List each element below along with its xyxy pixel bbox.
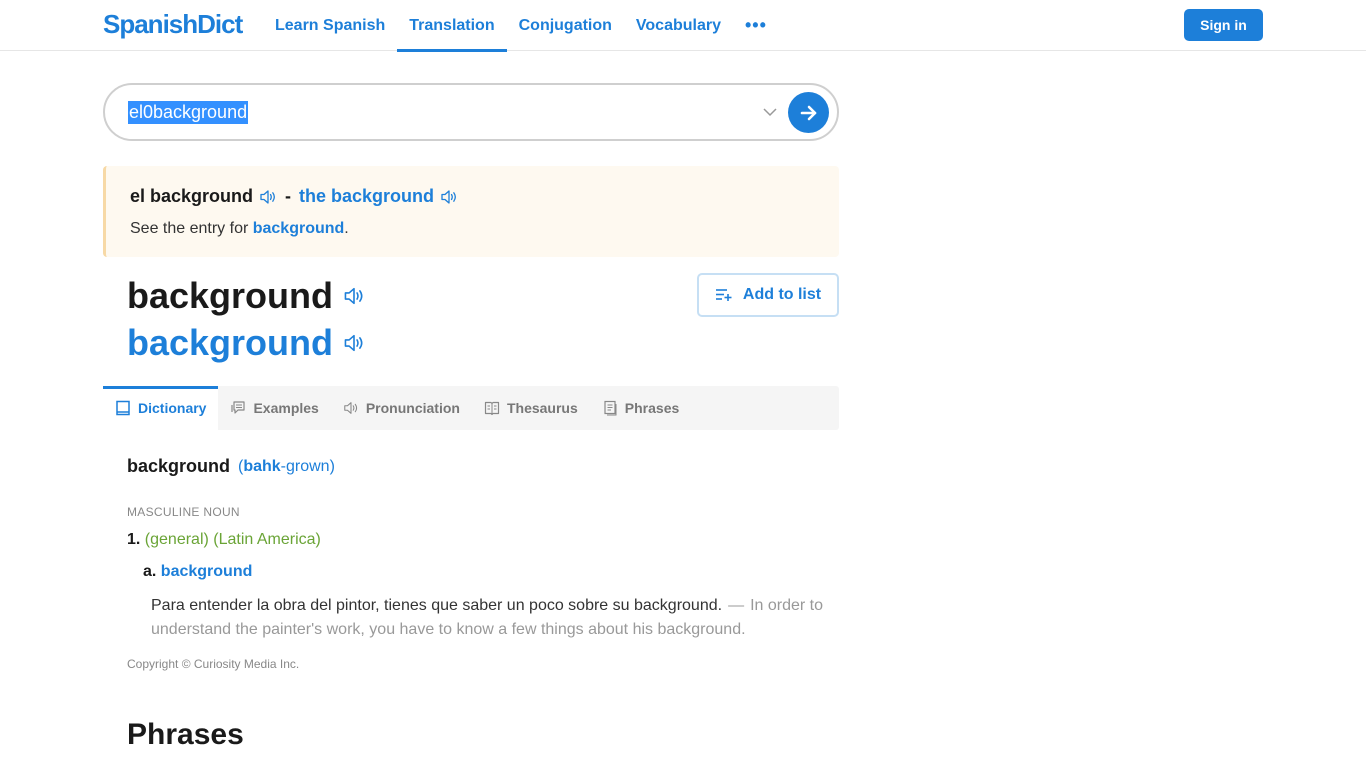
quick-translation-line: el background - the background — [130, 186, 458, 207]
quick-translation-spanish: el background — [130, 186, 254, 206]
example-dash: — — [728, 597, 745, 614]
main-nav: Learn Spanish Translation Conjugation Vo… — [263, 0, 779, 52]
quick-translation-english[interactable]: the background — [299, 186, 434, 207]
translation-letter: a. — [143, 563, 157, 580]
speaker-icon — [344, 402, 357, 414]
sense-1: 1. (general) (Latin America) — [127, 531, 321, 549]
pronunciation-guide[interactable]: (bahk-grown) — [238, 458, 335, 476]
tab-label: Pronunciation — [365, 400, 460, 416]
chevron-down-icon[interactable] — [761, 103, 779, 121]
speech-bubble-icon — [231, 401, 246, 414]
pron-stressed-syllable: bahk — [243, 458, 281, 475]
see-entry-text: See the entry for background. — [130, 220, 349, 238]
entry-tabs: Dictionary Examples Pronunciation Thesau… — [103, 386, 839, 430]
book-icon — [116, 400, 130, 416]
separator: - — [285, 186, 292, 206]
tab-label: Dictionary — [138, 400, 207, 416]
search-bar[interactable]: el0background — [103, 83, 839, 141]
tab-examples[interactable]: Examples — [218, 386, 330, 430]
quick-translation-card: el background - the background See the e… — [103, 166, 839, 257]
arrow-right-icon — [800, 105, 816, 120]
example-sentence: Para entender la obra del pintor, tienes… — [151, 594, 841, 642]
tab-label: Phrases — [624, 400, 680, 416]
more-menu-icon[interactable]: ••• — [733, 0, 779, 51]
speaker-icon[interactable] — [343, 286, 365, 306]
see-entry-suffix: . — [344, 220, 349, 237]
pron-rest: -grown) — [280, 458, 335, 475]
tab-pronunciation[interactable]: Pronunciation — [331, 386, 472, 430]
add-to-list-button[interactable]: Add to list — [697, 273, 839, 317]
speaker-icon[interactable] — [259, 189, 277, 205]
headword-english: background — [127, 322, 365, 364]
top-navigation-bar: SpanishDict Learn Spanish Translation Co… — [0, 0, 1366, 52]
example-spanish: Para entender la obra del pintor, tienes… — [151, 597, 723, 614]
nav-learn-spanish[interactable]: Learn Spanish — [263, 0, 397, 51]
translation-link[interactable]: background — [161, 563, 253, 580]
nav-vocabulary[interactable]: Vocabulary — [624, 0, 733, 51]
tab-label: Thesaurus — [506, 400, 578, 416]
phrases-heading: Phrases — [127, 718, 244, 751]
sign-in-button[interactable]: Sign in — [1184, 9, 1263, 41]
headword-spanish-text: background — [127, 275, 334, 316]
speaker-icon[interactable] — [343, 333, 365, 353]
copyright-notice: Copyright © Curiosity Media Inc. — [127, 657, 300, 671]
nav-conjugation[interactable]: Conjugation — [507, 0, 624, 51]
sense-context: (general) (Latin America) — [144, 531, 321, 548]
see-entry-link[interactable]: background — [253, 220, 345, 237]
search-submit-button[interactable] — [788, 92, 829, 133]
tab-phrases[interactable]: Phrases — [590, 386, 691, 430]
speaker-icon[interactable] — [440, 189, 458, 205]
entry-headword: background — [127, 456, 231, 476]
spanishdict-logo[interactable]: SpanishDict — [103, 9, 243, 40]
see-entry-prefix: See the entry for — [130, 220, 253, 237]
part-of-speech: MASCULINE NOUN — [127, 505, 240, 519]
search-input[interactable]: el0background — [128, 101, 249, 124]
tab-label: Examples — [253, 400, 319, 416]
tab-dictionary[interactable]: Dictionary — [103, 386, 219, 430]
headword-english-text: background — [127, 322, 334, 363]
document-icon — [604, 400, 617, 416]
translation-item: a. background — [143, 563, 252, 581]
open-book-icon — [484, 401, 500, 416]
sense-number: 1. — [127, 531, 141, 548]
nav-translation[interactable]: Translation — [397, 0, 507, 52]
headword-spanish: background — [127, 275, 365, 317]
tab-thesaurus[interactable]: Thesaurus — [472, 386, 590, 430]
add-to-list-label: Add to list — [742, 286, 822, 303]
playlist-add-icon — [715, 289, 732, 301]
